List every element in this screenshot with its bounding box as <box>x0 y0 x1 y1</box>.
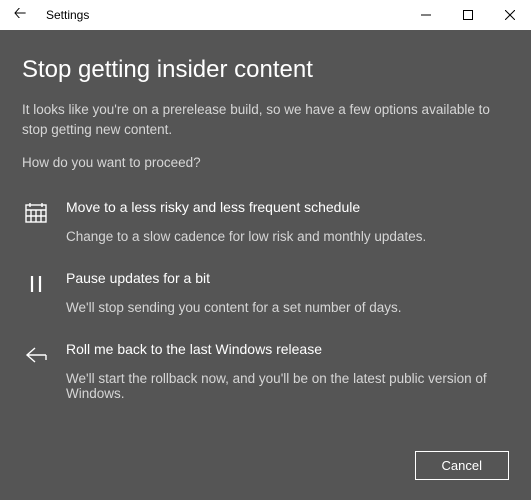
maximize-button[interactable] <box>447 0 489 30</box>
dialog-footer: Cancel <box>0 451 531 480</box>
option-desc: We'll start the rollback now, and you'll… <box>66 371 509 401</box>
titlebar: 🡠 Settings <box>0 0 531 30</box>
option-pause-updates[interactable]: Pause updates for a bit We'll stop sendi… <box>22 270 509 315</box>
dialog-heading: Stop getting insider content <box>22 56 509 84</box>
close-icon <box>505 10 515 20</box>
close-button[interactable] <box>489 0 531 30</box>
window-title: Settings <box>40 8 405 22</box>
pause-icon <box>22 270 50 315</box>
minimize-icon <box>421 10 431 20</box>
dialog-content: Stop getting insider content It looks li… <box>0 30 531 500</box>
calendar-icon <box>22 199 50 244</box>
option-title: Pause updates for a bit <box>66 270 509 286</box>
window-controls <box>405 0 531 30</box>
option-desc: Change to a slow cadence for low risk an… <box>66 229 509 244</box>
dialog-question: How do you want to proceed? <box>22 153 509 173</box>
cancel-button[interactable]: Cancel <box>415 451 509 480</box>
option-desc: We'll stop sending you content for a set… <box>66 300 509 315</box>
option-rollback[interactable]: Roll me back to the last Windows release… <box>22 341 509 401</box>
back-arrow-icon: 🡠 <box>14 2 27 29</box>
option-slow-schedule[interactable]: Move to a less risky and less frequent s… <box>22 199 509 244</box>
minimize-button[interactable] <box>405 0 447 30</box>
rollback-arrow-icon <box>22 341 50 401</box>
option-title: Move to a less risky and less frequent s… <box>66 199 509 215</box>
back-button[interactable]: 🡠 <box>0 0 40 30</box>
option-title: Roll me back to the last Windows release <box>66 341 509 357</box>
dialog-intro: It looks like you're on a prerelease bui… <box>22 100 509 139</box>
maximize-icon <box>463 10 473 20</box>
